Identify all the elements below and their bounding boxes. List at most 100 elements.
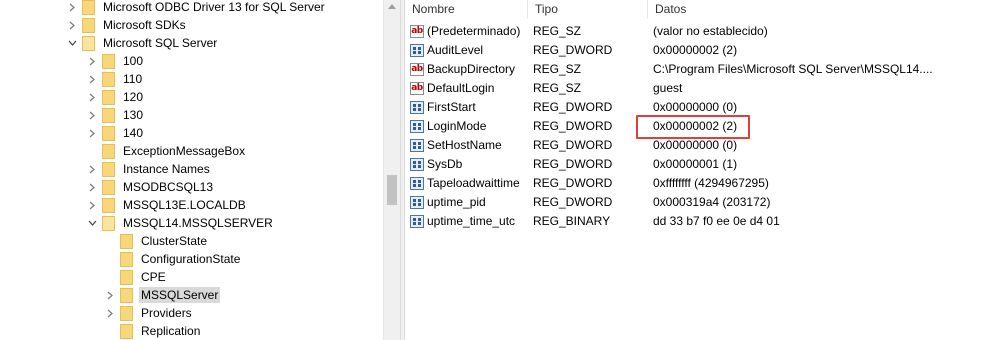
tree-item[interactable]: ConfigurationState <box>104 250 242 268</box>
binary-value-icon <box>410 100 424 114</box>
chevron-right-icon[interactable] <box>86 196 98 214</box>
tree-item[interactable]: MSSQL14.MSSQLSERVER <box>86 214 275 232</box>
value-data: dd 33 b7 f0 ee 0e d4 01 <box>653 214 780 228</box>
value-row[interactable]: ab (Predeterminado) REG_SZ (valor no establ… <box>405 22 1008 40</box>
value-name-cell[interactable]: LoginMode <box>410 117 528 135</box>
tree-item[interactable]: 120 <box>86 88 145 106</box>
chevron-right-icon[interactable] <box>86 88 98 106</box>
chevron-right-icon[interactable] <box>86 106 98 124</box>
chevron-right-icon[interactable] <box>86 178 98 196</box>
value-row[interactable]: ab BackupDirectory REG_SZ C:\Program Files\… <box>405 60 1008 78</box>
tree-item[interactable]: Providers <box>104 304 194 322</box>
chevron-right-icon[interactable] <box>104 304 116 322</box>
registry-values-list[interactable]: Nombre Tipo Datos ab (Predeterminado) REG_… <box>405 0 1008 340</box>
tree-item-label: 100 <box>123 54 144 68</box>
chevron-right-icon[interactable] <box>66 16 78 34</box>
chevron-right-icon[interactable] <box>86 124 98 142</box>
folder-icon <box>102 179 115 195</box>
tree-item-label: 120 <box>123 90 144 104</box>
loginmode-data-highlight <box>636 115 750 139</box>
value-row[interactable]: Tapeloadwaittime REG_DWORD 0xffffffff (429… <box>405 174 1008 192</box>
tree-item-label: Microsoft SDKs <box>103 18 186 32</box>
tree-item[interactable]: MSSQLServer <box>104 286 221 304</box>
value-name-cell[interactable]: ab (Predeterminado) <box>410 22 528 40</box>
chevron-down-icon[interactable] <box>66 34 78 52</box>
value-name: DefaultLogin <box>427 81 495 95</box>
folder-icon <box>120 287 133 303</box>
value-name-cell[interactable]: FirstStart <box>410 98 528 116</box>
folder-icon <box>102 143 115 159</box>
tree-item[interactable]: 130 <box>86 106 145 124</box>
value-type: REG_DWORD <box>533 138 613 152</box>
value-row[interactable]: ab DefaultLogin REG_SZ guest <box>405 79 1008 97</box>
value-type: REG_SZ <box>533 62 582 76</box>
value-name: FirstStart <box>427 100 476 114</box>
value-row[interactable]: uptime_pid REG_DWORD 0x000319a4 (203172) <box>405 193 1008 211</box>
folder-icon <box>102 161 115 177</box>
value-row[interactable]: SysDb REG_DWORD 0x00000001 (1) <box>405 155 1008 173</box>
value-name-cell[interactable]: SysDb <box>410 155 528 173</box>
folder-icon <box>102 215 115 231</box>
scrollbar-thumb[interactable] <box>387 175 397 205</box>
tree-item[interactable]: Microsoft SQL Server <box>66 34 219 52</box>
column-header-type[interactable]: Tipo <box>528 0 648 19</box>
string-value-icon: ab <box>410 24 424 38</box>
value-data: 0xffffffff (4294967295) <box>653 176 769 190</box>
value-name: Tapeloadwaittime <box>427 176 520 190</box>
value-data: guest <box>653 81 683 95</box>
tree-item[interactable]: Microsoft ODBC Driver 13 for SQL Server <box>66 0 327 16</box>
value-type: REG_DWORD <box>533 119 613 133</box>
tree-item[interactable]: MSODBCSQL13 <box>86 178 215 196</box>
value-row[interactable]: AuditLevel REG_DWORD 0x00000002 (2) <box>405 41 1008 59</box>
value-type: REG_DWORD <box>533 176 613 190</box>
value-name-cell[interactable]: Tapeloadwaittime <box>410 174 528 192</box>
value-name-cell[interactable]: uptime_pid <box>410 193 528 211</box>
value-name-cell[interactable]: SetHostName <box>410 136 528 154</box>
tree-item-label: Microsoft SQL Server <box>103 36 218 50</box>
scroll-up-arrow-icon[interactable] <box>388 4 396 9</box>
tree-item[interactable]: ExceptionMessageBox <box>86 142 247 160</box>
column-header-data[interactable]: Datos <box>648 0 1008 19</box>
chevron-down-icon[interactable] <box>86 214 98 232</box>
value-data: 0x000319a4 (203172) <box>653 195 771 209</box>
column-header-name[interactable]: Nombre <box>405 0 528 19</box>
chevron-right-icon[interactable] <box>86 52 98 70</box>
value-type: REG_SZ <box>533 24 582 38</box>
folder-icon <box>82 35 95 51</box>
tree-item[interactable]: 140 <box>86 124 145 142</box>
binary-value-icon <box>410 119 424 133</box>
value-row[interactable]: FirstStart REG_DWORD 0x00000000 (0) <box>405 98 1008 116</box>
tree-item[interactable]: Instance Names <box>86 160 212 178</box>
chevron-right-icon[interactable] <box>104 286 116 304</box>
folder-icon <box>82 17 95 33</box>
binary-value-icon <box>410 138 424 152</box>
tree-item[interactable]: Microsoft SDKs <box>66 16 188 34</box>
tree-vertical-scrollbar[interactable] <box>383 0 400 340</box>
value-name-cell[interactable]: uptime_time_utc <box>410 212 528 230</box>
tree-item[interactable]: ClusterState <box>104 232 209 250</box>
binary-value-icon <box>410 214 424 228</box>
value-name: AuditLevel <box>427 43 484 57</box>
value-name-cell[interactable]: ab DefaultLogin <box>410 79 528 97</box>
tree-item[interactable]: 100 <box>86 52 145 70</box>
tree-item[interactable]: CPE <box>104 268 168 286</box>
value-name-cell[interactable]: AuditLevel <box>410 41 528 59</box>
value-name: uptime_time_utc <box>427 214 516 228</box>
value-name-cell[interactable]: ab BackupDirectory <box>410 60 528 78</box>
tree-item[interactable]: MSSQL13E.LOCALDB <box>86 196 248 214</box>
tree-item-label: MSSQL14.MSSQLSERVER <box>123 216 273 230</box>
chevron-right-icon[interactable] <box>86 160 98 178</box>
chevron-right-icon[interactable] <box>86 70 98 88</box>
tree-item-label: ClusterState <box>141 234 208 248</box>
tree-item[interactable]: Replication <box>104 322 202 340</box>
value-row[interactable]: uptime_time_utc REG_BINARY dd 33 b7 f0 ee … <box>405 212 1008 230</box>
registry-key-tree[interactable]: Microsoft ODBC Driver 13 for SQL Server M… <box>0 0 383 340</box>
tree-item[interactable]: 110 <box>86 70 144 88</box>
chevron-right-icon[interactable] <box>66 0 78 16</box>
binary-value-icon <box>410 176 424 190</box>
tree-item-label: 110 <box>123 72 143 86</box>
value-type: REG_DWORD <box>533 195 613 209</box>
